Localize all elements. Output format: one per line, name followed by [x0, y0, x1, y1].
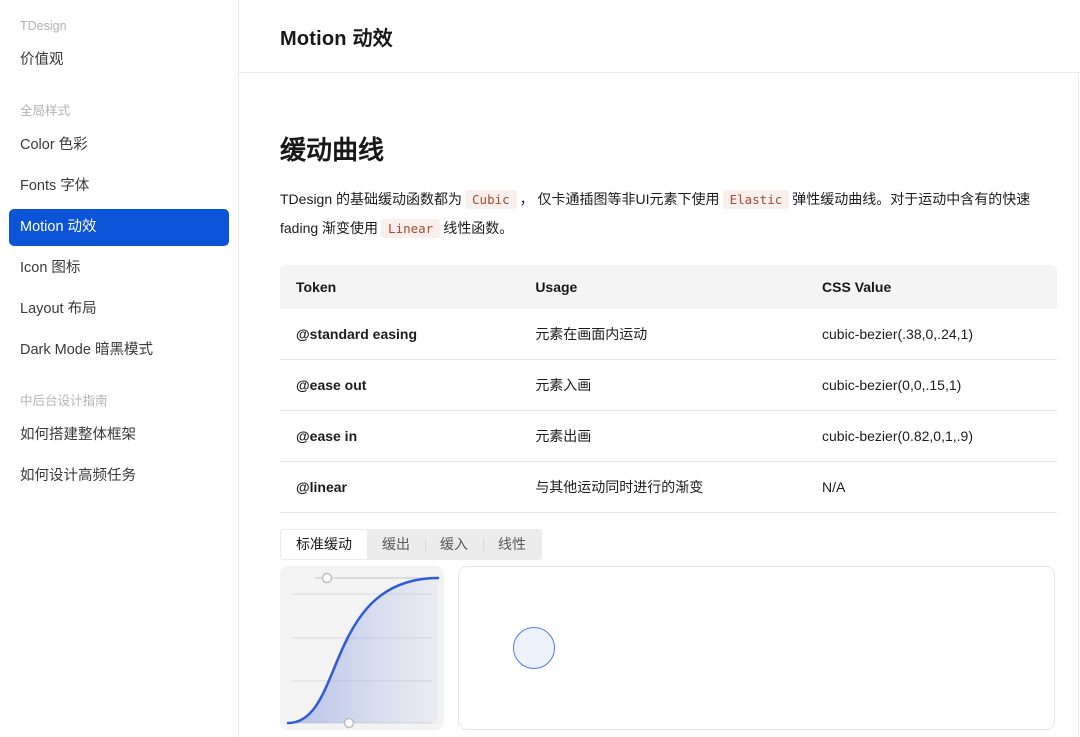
- curve-handle-icon[interactable]: [345, 719, 354, 728]
- nav-group-admin-guide: 中后台设计指南 如何搭建整体框架 如何设计高频任务: [0, 391, 238, 495]
- tab-linear[interactable]: 线性: [483, 530, 541, 559]
- tab-ease-out[interactable]: 缓出: [367, 530, 425, 559]
- sidebar-item-design-tasks[interactable]: 如何设计高频任务: [9, 458, 229, 495]
- intro-paragraph: TDesign 的基础缓动函数都为Cubic， 仅卡通插图等非UI元素下使用El…: [280, 185, 1057, 243]
- slider-handle-icon[interactable]: [323, 574, 332, 583]
- column-header-css-value: CSS Value: [806, 265, 1057, 309]
- code-chip-linear: Linear: [381, 219, 440, 238]
- page-header: Motion 动效: [239, 0, 1080, 73]
- usage-cell: 元素在画面内运动: [519, 309, 806, 360]
- sidebar-item-layout[interactable]: Layout 布局: [9, 291, 229, 328]
- table-row: @standard easing 元素在画面内运动 cubic-bezier(.…: [280, 309, 1057, 360]
- usage-cell: 元素入画: [519, 360, 806, 411]
- nav-group-global-style: 全局样式 Color 色彩 Fonts 字体 Motion 动效 Icon 图标…: [0, 101, 238, 369]
- page: TDesign 价值观 全局样式 Color 色彩 Fonts 字体 Motio…: [0, 0, 1080, 737]
- nav-group-tdesign: TDesign 价值观: [0, 16, 238, 79]
- code-chip-cubic: Cubic: [465, 190, 517, 209]
- main-content: Motion 动效 缓动曲线 TDesign 的基础缓动函数都为Cubic， 仅…: [239, 0, 1080, 737]
- tab-standard-easing[interactable]: 标准缓动: [281, 530, 367, 559]
- table-row: @ease out 元素入画 cubic-bezier(0,0,.15,1): [280, 360, 1057, 411]
- easing-token-table: Token Usage CSS Value @standard easing 元…: [280, 265, 1057, 513]
- token-ease-out: @ease out: [280, 360, 519, 411]
- table-row: @ease in 元素出画 cubic-bezier(0.82,0,1,.9): [280, 411, 1057, 462]
- table-header-row: Token Usage CSS Value: [280, 265, 1057, 309]
- intro-text: TDesign 的基础缓动函数都为: [280, 191, 462, 207]
- intro-text: ， 仅卡通插图等非UI元素下使用: [520, 191, 720, 207]
- sidebar: TDesign 价值观 全局样式 Color 色彩 Fonts 字体 Motio…: [0, 0, 239, 737]
- page-title: Motion 动效: [280, 22, 393, 51]
- sidebar-item-icon[interactable]: Icon 图标: [9, 250, 229, 287]
- bezier-curve-editor[interactable]: [280, 566, 444, 730]
- tab-ease-in[interactable]: 缓入: [425, 530, 483, 559]
- css-value-cell: cubic-bezier(0.82,0,1,.9): [806, 411, 1057, 462]
- sidebar-item-color[interactable]: Color 色彩: [9, 127, 229, 164]
- nav-group-label: 中后台设计指南: [20, 391, 218, 411]
- sidebar-item-build-framework[interactable]: 如何搭建整体框架: [9, 417, 229, 454]
- section-title: 缓动曲线: [280, 130, 1057, 167]
- intro-text: 线性函数。: [443, 220, 513, 236]
- css-value-cell: cubic-bezier(.38,0,.24,1): [806, 309, 1057, 360]
- nav-group-label: TDesign: [20, 16, 218, 36]
- sidebar-item-values[interactable]: 价值观: [9, 42, 229, 79]
- sidebar-item-dark-mode[interactable]: Dark Mode 暗黑模式: [9, 332, 229, 369]
- sidebar-item-motion[interactable]: Motion 动效: [9, 209, 229, 246]
- css-value-cell: cubic-bezier(0,0,.15,1): [806, 360, 1057, 411]
- nav-group-label: 全局样式: [20, 101, 218, 121]
- animated-ball: [513, 627, 555, 669]
- css-value-cell: N/A: [806, 462, 1057, 513]
- column-header-usage: Usage: [519, 265, 806, 309]
- token-ease-in: @ease in: [280, 411, 519, 462]
- animation-preview-panel[interactable]: [458, 566, 1055, 730]
- table-row: @linear 与其他运动同时进行的渐变 N/A: [280, 462, 1057, 513]
- token-linear: @linear: [280, 462, 519, 513]
- token-standard-easing: @standard easing: [280, 309, 519, 360]
- column-header-token: Token: [280, 265, 519, 309]
- easing-demo-panels: [280, 566, 1057, 730]
- usage-cell: 元素出画: [519, 411, 806, 462]
- bezier-curve-chart: [280, 566, 444, 730]
- curve-area-fill: [288, 578, 438, 723]
- scrollbar[interactable]: [1078, 73, 1079, 737]
- usage-cell: 与其他运动同时进行的渐变: [519, 462, 806, 513]
- code-chip-elastic: Elastic: [723, 190, 790, 209]
- content-area: 缓动曲线 TDesign 的基础缓动函数都为Cubic， 仅卡通插图等非UI元素…: [239, 130, 1080, 730]
- easing-tabs: 标准缓动 缓出 缓入 线性: [280, 529, 542, 560]
- sidebar-item-fonts[interactable]: Fonts 字体: [9, 168, 229, 205]
